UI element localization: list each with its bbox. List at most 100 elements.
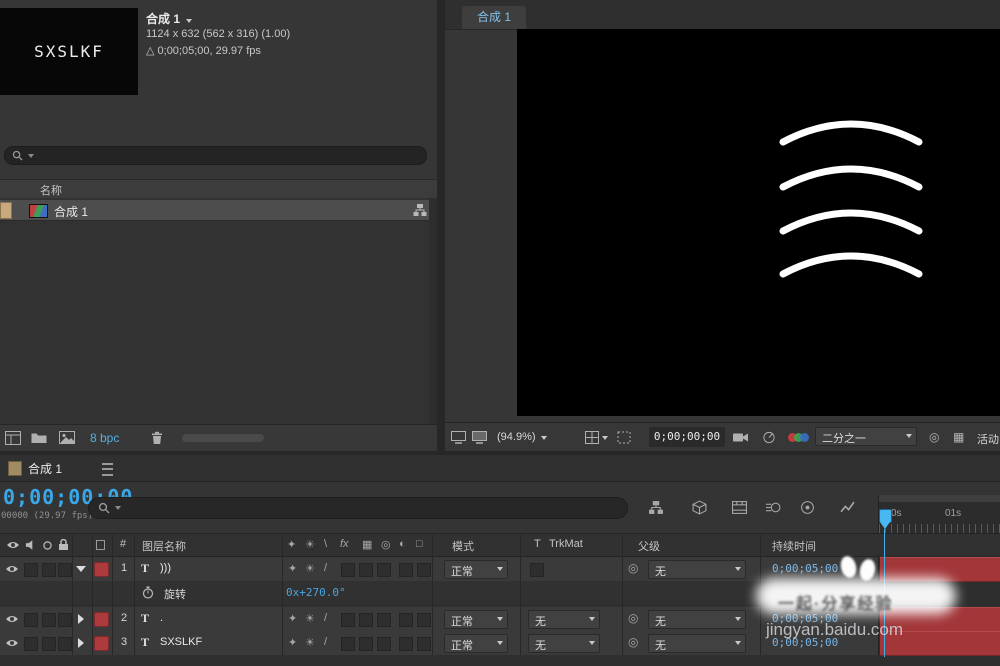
trkmat-cell[interactable] — [530, 563, 544, 577]
blend-mode-dropdown[interactable]: 正常 — [444, 610, 508, 629]
switch-3d-icon[interactable]: □ — [416, 538, 423, 550]
property-value[interactable]: 0x+270.0° — [286, 586, 346, 599]
work-area-bar[interactable] — [879, 495, 1000, 502]
column-duration[interactable]: 持续时间 — [772, 538, 816, 554]
switch-cell[interactable] — [417, 637, 431, 651]
always-preview-icon[interactable] — [451, 431, 466, 444]
layer-name[interactable]: ))) — [160, 562, 171, 574]
footer-scrollbar-thumb[interactable] — [182, 434, 264, 442]
region-of-interest-icon[interactable]: ◎ — [929, 430, 939, 444]
tab-composition[interactable]: 合成 1 — [462, 6, 526, 29]
blend-mode-dropdown[interactable]: 正常 — [444, 634, 508, 653]
camera-view-dropdown[interactable]: 活动 — [977, 431, 999, 447]
switch-cell[interactable] — [417, 613, 431, 627]
frame-blending-icon[interactable] — [766, 500, 781, 515]
grid-guides-icon[interactable] — [585, 431, 599, 444]
shy-layers-icon[interactable] — [732, 501, 747, 514]
label-color-chip[interactable] — [0, 202, 12, 219]
audio-toggle[interactable] — [24, 563, 38, 577]
new-folder-icon[interactable] — [31, 432, 47, 444]
column-trkmat-t[interactable]: T — [534, 538, 541, 550]
switch-cell[interactable] — [359, 613, 373, 627]
project-search-field[interactable] — [4, 146, 427, 165]
tab-timeline-composition[interactable]: 合成 1 — [28, 460, 62, 477]
layer-switch-icon[interactable]: ☀ — [305, 612, 315, 625]
label-column-icon[interactable] — [96, 540, 105, 550]
blend-mode-dropdown[interactable]: 正常 — [444, 560, 508, 579]
layer-name[interactable]: SXSLKF — [160, 636, 202, 648]
switch-fx-icon[interactable]: fx — [340, 538, 349, 550]
trkmat-dropdown[interactable]: 无 — [528, 610, 600, 629]
audio-toggle[interactable] — [24, 637, 38, 651]
solo-toggle[interactable] — [42, 613, 56, 627]
switch-cell[interactable] — [341, 613, 355, 627]
layer-switch-icon[interactable]: ✦ — [288, 636, 297, 649]
project-list-scrollbar[interactable] — [429, 198, 437, 424]
lock-toggle[interactable] — [58, 613, 72, 627]
draft-3d-cube-icon[interactable] — [692, 500, 707, 515]
parent-dropdown[interactable]: 无 — [648, 610, 746, 629]
solo-toggle[interactable] — [42, 637, 56, 651]
switch-cell[interactable] — [377, 613, 391, 627]
snapshot-camera-icon[interactable] — [733, 432, 749, 443]
audio-speaker-icon[interactable] — [25, 539, 36, 551]
switch-shy-icon[interactable]: ✦ — [287, 538, 296, 551]
layer-label-chip[interactable] — [94, 612, 109, 627]
comp-title[interactable]: 合成 1 — [146, 10, 193, 27]
switch-cell[interactable] — [417, 563, 431, 577]
parent-dropdown[interactable]: 无 — [648, 560, 746, 579]
stopwatch-icon[interactable] — [142, 586, 154, 599]
video-eye-icon[interactable] — [5, 614, 19, 624]
playhead-head[interactable] — [879, 509, 892, 523]
layer-quality-icon[interactable]: / — [324, 612, 327, 624]
switch-cell[interactable] — [399, 563, 413, 577]
audio-toggle[interactable] — [24, 613, 38, 627]
layer-label-chip[interactable] — [94, 562, 109, 577]
lock-toggle[interactable] — [58, 563, 72, 577]
layer-row-3[interactable]: 3 T SXSLKF ✦ ☀ / 正常 无 ◎ 无 0;00;05;00 — [0, 631, 878, 656]
trash-icon[interactable] — [151, 431, 163, 445]
magnification-dropdown[interactable]: (94.9%) — [497, 431, 547, 443]
switch-cell[interactable] — [377, 637, 391, 651]
viewer-timecode-field[interactable]: 0;00;00;00 — [649, 427, 725, 447]
switch-cell[interactable] — [377, 563, 391, 577]
parent-pickwhip-icon[interactable]: ◎ — [628, 611, 638, 625]
switch-motionblur-icon[interactable]: ▦ — [362, 538, 372, 551]
channel-icon[interactable] — [788, 433, 810, 443]
new-composition-icon[interactable] — [59, 431, 75, 444]
expand-arrow-icon[interactable] — [78, 614, 84, 624]
motion-blur-icon[interactable] — [800, 500, 815, 515]
switch-adjustment-icon[interactable]: ◎ — [381, 538, 391, 551]
layer-quality-icon[interactable]: / — [324, 636, 327, 648]
composition-viewport[interactable] — [517, 29, 1000, 416]
layer-switch-icon[interactable]: ✦ — [288, 612, 297, 625]
property-row-rotation[interactable]: 旋转 0x+270.0° — [0, 581, 878, 606]
time-ruler[interactable]: 0s 01s — [878, 495, 1000, 533]
switch-cell[interactable] — [359, 563, 373, 577]
column-layer-name[interactable]: 图层名称 — [142, 538, 186, 554]
switch-halftone-icon[interactable]: ◐ — [399, 538, 406, 550]
mask-visibility-icon[interactable] — [617, 431, 631, 444]
grid-options-arrow-icon[interactable] — [602, 436, 608, 440]
video-eye-icon[interactable] — [6, 540, 20, 550]
layer-switch-icon[interactable]: ☀ — [305, 636, 315, 649]
column-number[interactable]: # — [120, 538, 126, 550]
vertical-panel-divider[interactable] — [437, 0, 445, 455]
composition-mini-flowchart-icon[interactable] — [648, 500, 664, 515]
layer-duration[interactable]: 0;00;05;00 — [772, 562, 838, 575]
panel-layout-icon[interactable] — [5, 431, 21, 445]
column-parent[interactable]: 父级 — [638, 538, 660, 554]
parent-dropdown[interactable]: 无 — [648, 634, 746, 653]
show-snapshot-icon[interactable] — [762, 431, 776, 444]
graph-editor-icon[interactable] — [840, 500, 855, 515]
layer-quality-icon[interactable]: / — [324, 562, 327, 574]
column-trkmat[interactable]: TrkMat — [549, 538, 583, 550]
layer-label-chip[interactable] — [94, 636, 109, 651]
video-eye-icon[interactable] — [5, 564, 19, 574]
transparency-grid-icon[interactable]: ▦ — [953, 430, 964, 444]
video-eye-icon[interactable] — [5, 638, 19, 648]
project-item-label[interactable]: 合成 1 — [54, 203, 88, 220]
trkmat-dropdown[interactable]: 无 — [528, 634, 600, 653]
switch-cell[interactable] — [341, 563, 355, 577]
expand-arrow-icon[interactable] — [78, 638, 84, 648]
